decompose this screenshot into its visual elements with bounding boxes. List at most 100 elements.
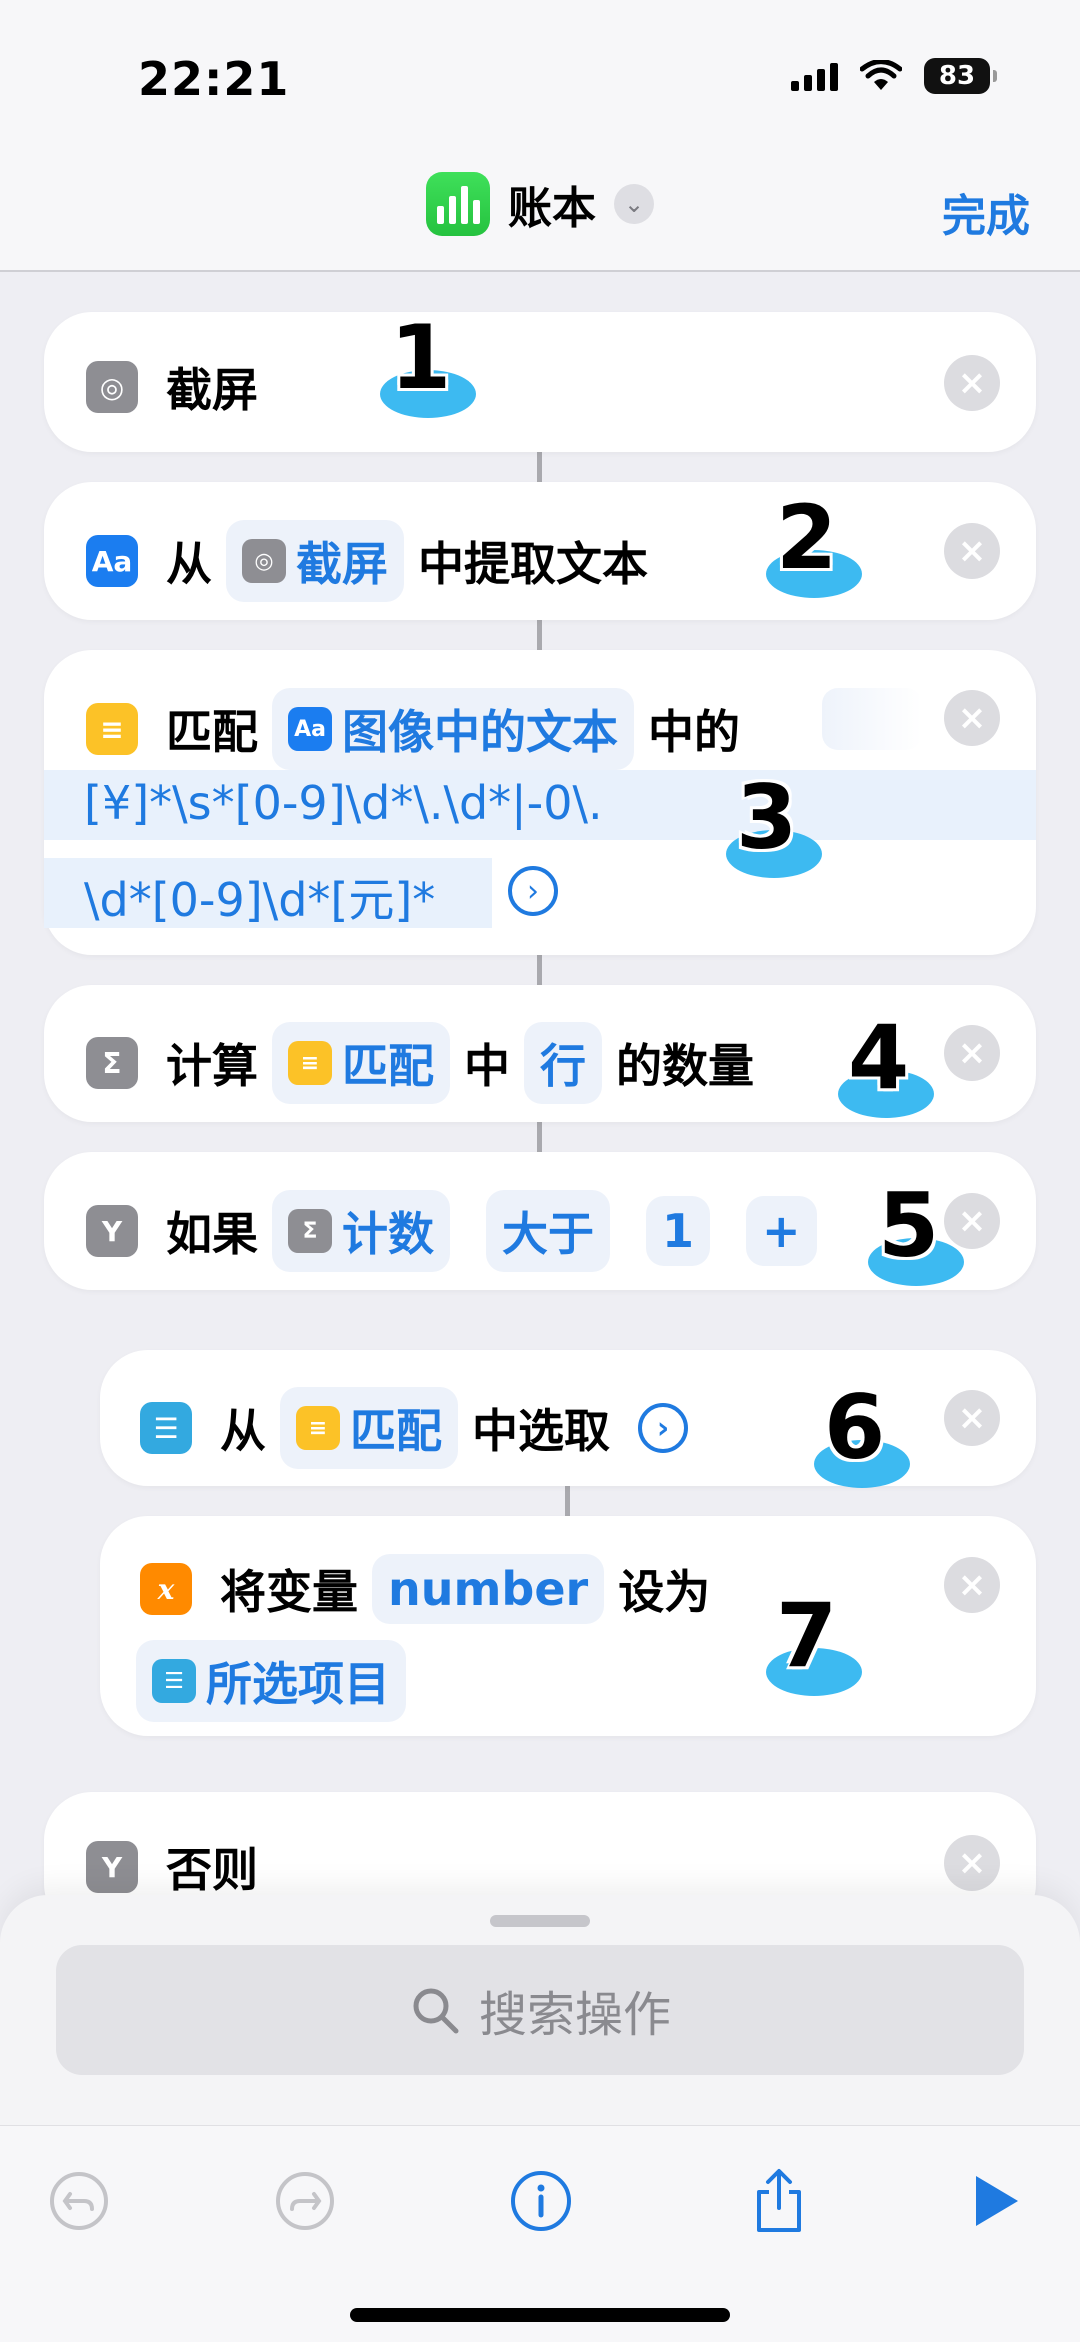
status-icons: 83 — [791, 58, 997, 94]
share-icon — [757, 2169, 801, 2232]
remove-action-button[interactable]: × — [944, 1390, 1000, 1446]
search-placeholder: 搜索操作 — [478, 1987, 671, 2043]
value-token[interactable]: 1 — [646, 1196, 711, 1266]
remove-action-button[interactable]: × — [944, 355, 1000, 411]
action-row: Σ 计算 ≡ 匹配 中 行 的数量 — [86, 1022, 762, 1104]
variable-name-token[interactable]: number — [372, 1554, 605, 1624]
info-button[interactable] — [508, 2168, 574, 2234]
add-condition-button[interactable]: + — [746, 1196, 817, 1266]
action-label: 从 — [220, 1404, 266, 1458]
step-marker: 3 — [718, 766, 828, 878]
step-marker: 4 — [830, 1006, 940, 1118]
text-lines-icon: ≡ — [86, 703, 138, 755]
action-label: 否则 — [166, 1843, 258, 1897]
count-type-token[interactable]: 行 — [524, 1022, 602, 1104]
action-label: 截屏 — [166, 363, 258, 417]
action-label: 中选取 — [472, 1404, 610, 1458]
variable-token-selected-item[interactable]: ☰ 所选项目 — [136, 1640, 406, 1722]
remove-action-button[interactable]: × — [944, 1835, 1000, 1891]
battery-icon: 83 — [924, 58, 997, 94]
action-label: 设为 — [618, 1565, 711, 1619]
step-marker: 5 — [860, 1174, 970, 1286]
action-label: 中 — [464, 1039, 510, 1093]
step-marker: 6 — [806, 1376, 916, 1488]
share-button[interactable] — [746, 2168, 812, 2234]
token-label: 截屏 — [296, 537, 388, 591]
variable-token-screenshot[interactable]: ◎ 截屏 — [226, 520, 404, 602]
action-label: 匹配 — [166, 705, 258, 759]
run-button[interactable] — [964, 2168, 1030, 2234]
numbers-app-icon — [426, 172, 490, 236]
pattern-token-fade — [822, 688, 922, 750]
screenshot-icon: ◎ — [86, 361, 138, 413]
condition-token[interactable]: 大于 — [486, 1190, 610, 1272]
sigma-icon: Σ — [86, 1037, 138, 1089]
variable-token-match[interactable]: ≡ 匹配 — [280, 1387, 458, 1469]
flow-connector — [537, 955, 542, 985]
action-label: 中的 — [648, 705, 740, 759]
list-icon: ☰ — [140, 1402, 192, 1454]
remove-action-button[interactable]: × — [944, 1557, 1000, 1613]
branch-icon: Y — [86, 1205, 138, 1257]
action-label: 计算 — [166, 1039, 258, 1093]
remove-action-button[interactable]: × — [944, 523, 1000, 579]
step-marker: 2 — [758, 486, 868, 598]
token-label: 匹配 — [342, 1039, 434, 1093]
variable-token-count[interactable]: Σ 计数 — [272, 1190, 450, 1272]
flow-connector — [537, 620, 542, 650]
redo-icon — [276, 2172, 334, 2230]
token-label: 匹配 — [350, 1404, 442, 1458]
action-row: x 将变量 number 设为 — [140, 1554, 718, 1624]
cellular-signal-icon — [791, 61, 838, 91]
home-indicator — [350, 2308, 730, 2322]
status-time: 22:21 — [138, 52, 290, 106]
variable-token-image-text[interactable]: Aa 图像中的文本 — [272, 688, 634, 770]
text-lines-icon: ≡ — [296, 1406, 340, 1450]
shortcut-title: 账本 — [508, 183, 596, 234]
action-label: 的数量 — [616, 1039, 754, 1093]
action-label: 如果 — [166, 1207, 258, 1261]
text-lines-icon: ≡ — [288, 1041, 332, 1085]
flow-connector — [565, 1486, 570, 1516]
chevron-right-icon[interactable]: › — [638, 1403, 688, 1453]
done-button[interactable]: 完成 — [942, 180, 1030, 244]
play-icon — [976, 2176, 1018, 2226]
screenshot-icon: ◎ — [242, 539, 286, 583]
regex-pattern-line-1[interactable]: [¥]*\s*[0-9]\d*\.\d*|-0\. — [84, 776, 603, 830]
wifi-icon — [860, 60, 902, 90]
flow-connector — [537, 452, 542, 482]
search-icon — [413, 1988, 459, 2034]
undo-icon — [50, 2172, 108, 2230]
variable-token-match[interactable]: ≡ 匹配 — [272, 1022, 450, 1104]
list-icon: ☰ — [152, 1659, 196, 1703]
remove-action-button[interactable]: × — [944, 690, 1000, 746]
action-row: ≡ 匹配 Aa 图像中的文本 中的 — [86, 688, 748, 770]
text-recognition-icon: Aa — [86, 535, 138, 587]
token-label: 计数 — [342, 1207, 434, 1261]
action-row: ◎ 截屏 — [86, 354, 266, 420]
token-label: 图像中的文本 — [342, 705, 618, 759]
action-row: ☰ 从 ≡ 匹配 中选取 › — [140, 1387, 688, 1469]
action-row: Y 否则 — [86, 1834, 266, 1900]
undo-button[interactable] — [46, 2168, 112, 2234]
sigma-icon: Σ — [288, 1209, 332, 1253]
info-icon — [511, 2171, 571, 2231]
action-label: 从 — [166, 537, 212, 591]
action-row: Y 如果 Σ 计数 大于 1 + — [86, 1190, 823, 1272]
chevron-down-icon[interactable]: ⌄ — [614, 184, 654, 224]
redo-button[interactable] — [272, 2168, 338, 2234]
sheet-grabber[interactable] — [490, 1915, 590, 1927]
step-marker: 7 — [758, 1584, 868, 1696]
chevron-right-icon[interactable]: › — [508, 866, 558, 916]
search-actions-field[interactable]: 搜索操作 — [56, 1945, 1024, 2075]
variable-x-icon: x — [140, 1563, 192, 1615]
text-recognition-icon: Aa — [288, 707, 332, 751]
remove-action-button[interactable]: × — [944, 1025, 1000, 1081]
shortcut-title-menu[interactable]: 账本 ⌄ — [0, 172, 1080, 236]
action-row: Aa 从 ◎ 截屏 中提取文本 — [86, 520, 656, 602]
branch-icon: Y — [86, 1841, 138, 1893]
regex-pattern-line-2[interactable]: \d*[0-9]\d*[元]* — [84, 864, 435, 930]
action-search-sheet: 搜索操作 — [0, 1895, 1080, 2125]
top-bar: 22:21 83 账本 ⌄ 完成 — [0, 0, 1080, 272]
flow-connector — [537, 1122, 542, 1152]
